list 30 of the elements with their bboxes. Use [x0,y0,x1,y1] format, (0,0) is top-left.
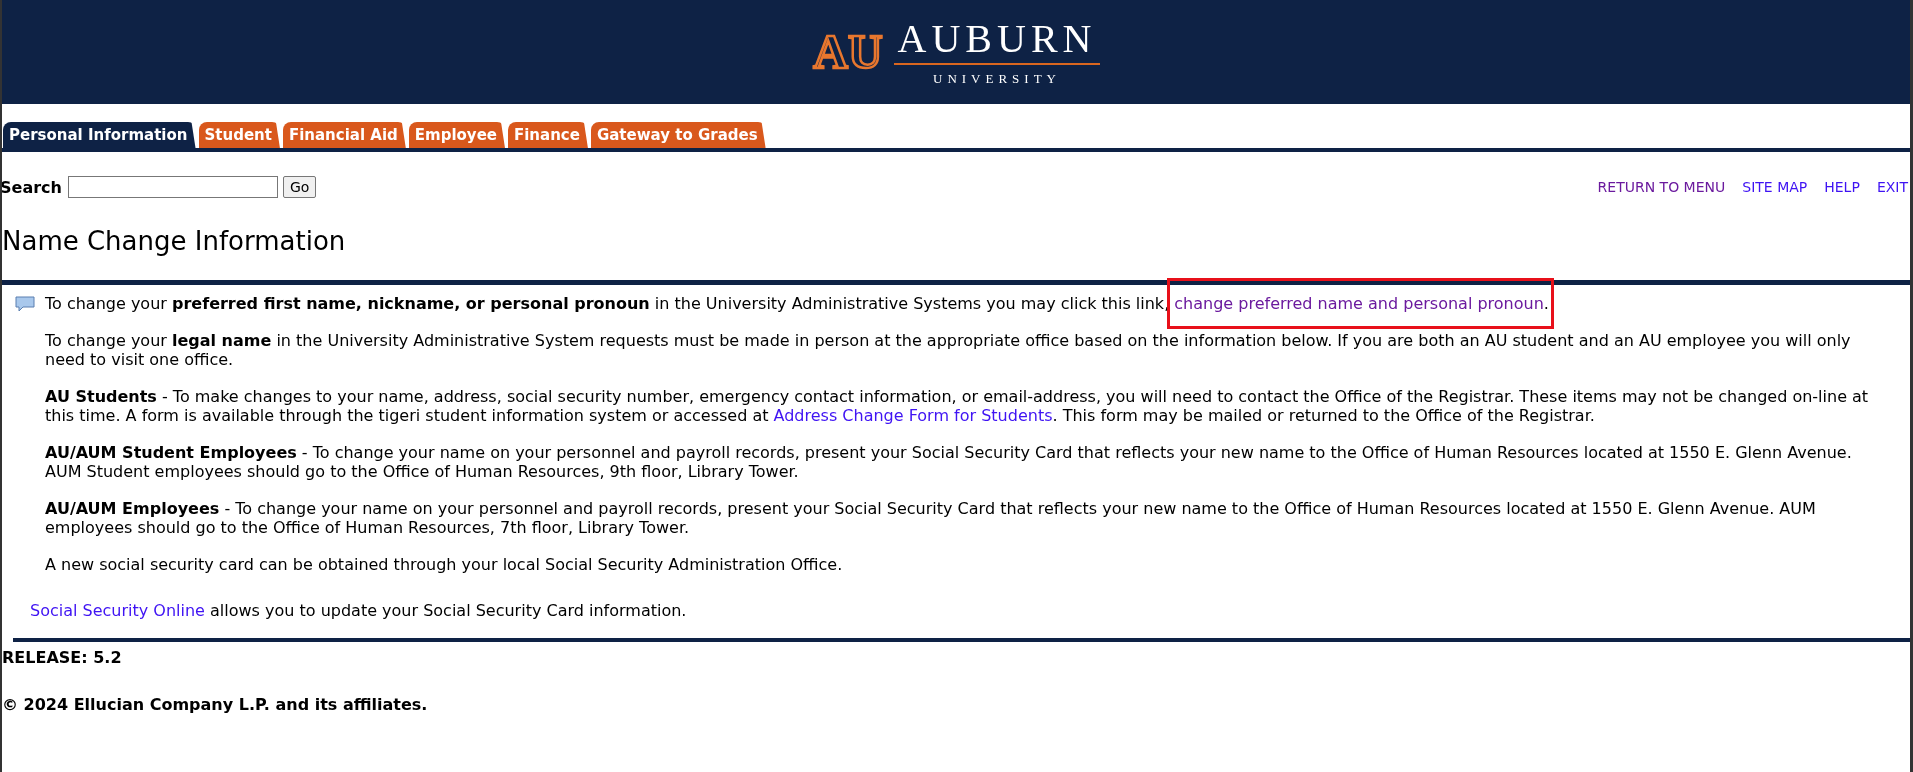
release-text: RELEASE: 5.2 [2,648,123,667]
nav-link[interactable]: RETURN TO MENU [1597,179,1726,195]
link[interactable]: Social Security Online [30,601,205,620]
tab[interactable]: Finance [508,122,588,148]
nav-link[interactable]: SITE MAP [1742,179,1808,195]
copyright-text: © 2024 Ellucian Company L.P. and its affiliates. [2,695,429,714]
go-button[interactable]: Go [282,176,317,198]
search-field[interactable] [67,176,278,198]
page-title: Name Change Information [2,225,347,258]
monogram-logo: AU [811,16,884,88]
paragraph: To change your preferred first name, nickname, or personal pronoun in the University Administrative Systems you may click this link, change preferred name and personal pronoun. [45,294,1549,313]
tab[interactable]: Financial Aid [282,122,406,148]
link[interactable]: change preferred name and personal pronoun [1174,294,1544,313]
paragraph: AU/AUM Student Employees - To change your name on your personnel and payroll records, present your Social Security Card that reflects your new name to the Office of Human Resources located at 1550 E. Glenn Avenue. AUM Student employees should go to the Office of Human Resources, 9th floor, Library Tower. [44,443,1853,481]
search-label: Search [2,177,62,197]
paragraph: AU/AUM Employees - To change your name on your personnel and payroll records, present your Social Security Card that reflects your new name to the Office of Human Resources located at 1550 E. Glenn Avenue. AUM employees should go to the Office of Human Resources, 7th floor, Library Tower. [44,499,1817,537]
nav-link[interactable]: HELP [1824,179,1860,195]
paragraph: To change your legal name in the University Administrative System requests must be made in person at the appropriate office based on the information below. If you are both an AU student and an AU employee you will only need to visit one office. [44,331,1852,369]
link[interactable]: Address Change Form for Students [773,406,1053,425]
tab[interactable]: Gateway to Grades [590,122,766,148]
tab[interactable]: Personal Information [3,122,196,148]
nav-link[interactable]: EXIT [1876,179,1908,195]
paragraph: Social Security Online allows you to update your Social Security Card information. [29,601,688,620]
tab[interactable]: Employee [408,122,505,148]
speech-bubble-icon [15,296,35,312]
paragraph: AU Students - To make changes to your name, address, social security number, emergency contact information, or email-address, you will need to contact the Office of the Registrar. These items may not be changed on-line at this time. A form is available through the tigeri student information system or accessed at Address Change Form for Students. This form may be mailed or returned to the Office of the Registrar. [44,387,1870,425]
paragraph: A new social security card can be obtained through your local Social Security Administration Office. [44,555,844,574]
university-name: AUBURN [893,17,1101,65]
tab[interactable]: Student [198,122,280,148]
university-subtitle: UNIVERSITY [933,71,1061,87]
